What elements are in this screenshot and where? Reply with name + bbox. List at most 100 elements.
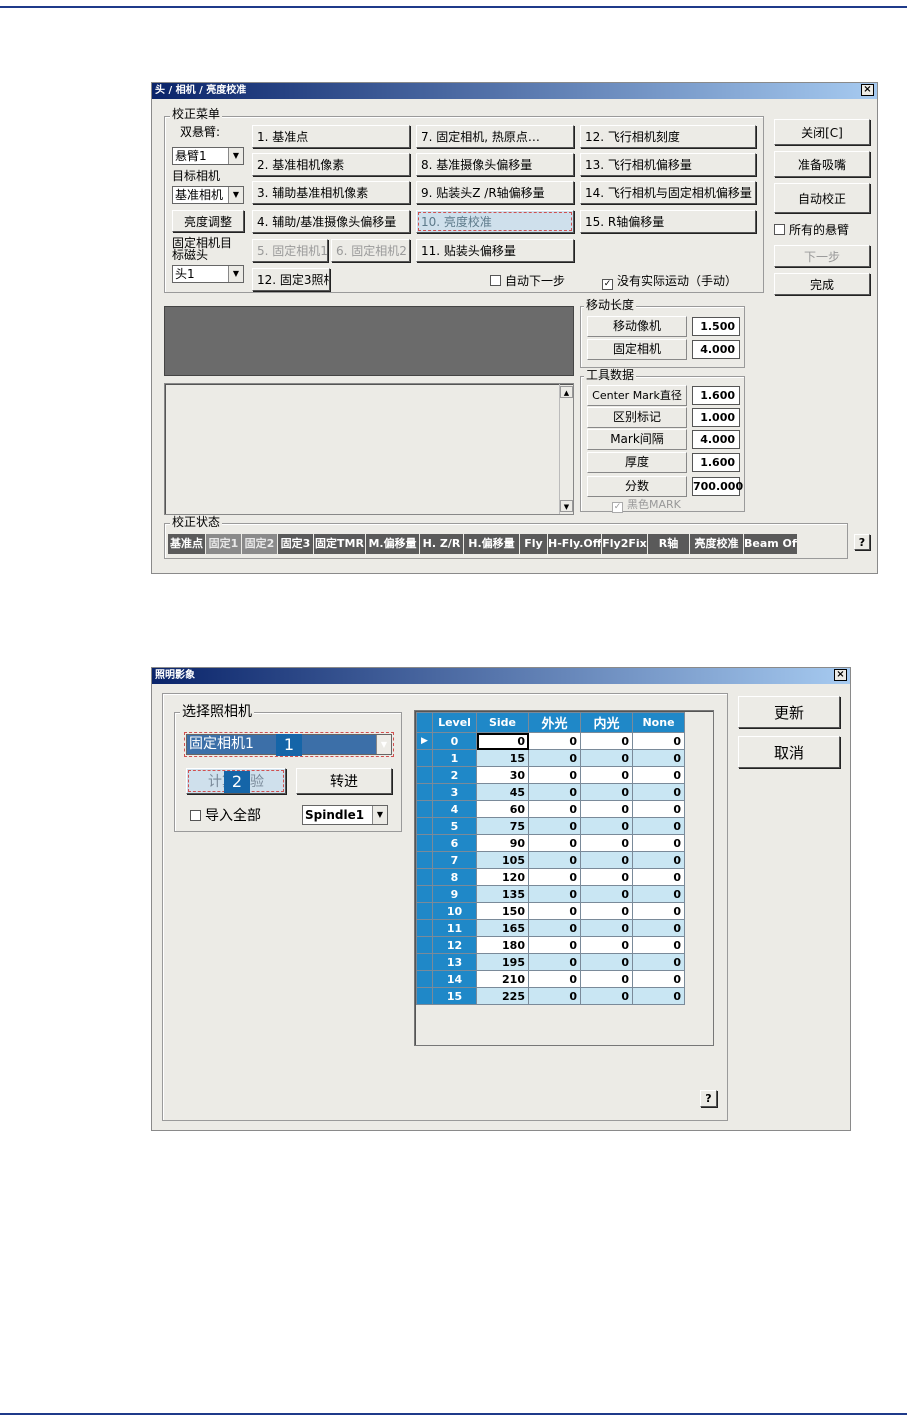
value-cell[interactable]: 0 (528, 851, 581, 869)
step-14-button[interactable]: 14. 飞行相机与固定相机偏移量 (580, 181, 756, 204)
value-cell[interactable]: 0 (580, 732, 633, 750)
table-row[interactable]: 3 45 0 0 0 (416, 783, 685, 801)
value-cell[interactable]: 0 (632, 987, 685, 1005)
value-cell[interactable]: 0 (632, 834, 685, 852)
table-row[interactable]: 8 120 0 0 0 (416, 868, 685, 886)
black-mark-checkbox[interactable]: ✓ 黑色MARK (612, 498, 681, 513)
log-textarea[interactable]: ▲ ▼ (164, 383, 574, 515)
table-row[interactable]: ▶ 0 0 0 0 0 (416, 732, 685, 750)
step-12-button[interactable]: 12. 飞行相机刻度 (580, 125, 756, 148)
value-cell[interactable]: 0 (632, 817, 685, 835)
value-cell[interactable]: 0 (632, 783, 685, 801)
table-row[interactable]: 10 150 0 0 0 (416, 902, 685, 920)
value-cell[interactable]: 120 (476, 868, 529, 886)
fixed-camera-input[interactable]: 4.000 (692, 340, 740, 359)
help-button[interactable]: ? (700, 1090, 717, 1107)
step-1-button[interactable]: 1. 基准点 (252, 125, 410, 148)
step-8-button[interactable]: 8. 基准摄像头偏移量 (416, 153, 574, 176)
value-cell[interactable]: 225 (476, 987, 529, 1005)
value-cell[interactable]: 0 (580, 851, 633, 869)
step-3-button[interactable]: 3. 辅助基准相机像素 (252, 181, 410, 204)
step-10-button[interactable]: 10. 亮度校准 (416, 210, 574, 233)
table-row[interactable]: 15 225 0 0 0 (416, 987, 685, 1005)
table-row[interactable]: 13 195 0 0 0 (416, 953, 685, 971)
value-cell[interactable]: 75 (476, 817, 529, 835)
score-input[interactable]: 700.000 (692, 477, 743, 496)
close-icon[interactable]: × (861, 84, 874, 96)
table-row[interactable]: 7 105 0 0 0 (416, 851, 685, 869)
close-icon[interactable]: × (834, 669, 847, 681)
value-cell[interactable]: 0 (528, 919, 581, 937)
step-2-button[interactable]: 2. 基准相机像素 (252, 153, 410, 176)
auto-next-checkbox[interactable]: 自动下一步 (490, 274, 565, 288)
table-row[interactable]: 12 180 0 0 0 (416, 936, 685, 954)
value-cell[interactable]: 0 (528, 885, 581, 903)
value-cell[interactable]: 150 (476, 902, 529, 920)
value-cell[interactable]: 60 (476, 800, 529, 818)
table-row[interactable]: 9 135 0 0 0 (416, 885, 685, 903)
value-cell[interactable]: 0 (632, 902, 685, 920)
value-cell[interactable]: 0 (528, 868, 581, 886)
value-cell[interactable]: 195 (476, 953, 529, 971)
step-5-button[interactable]: 5. 固定相机1 (252, 239, 328, 262)
mark-interval-input[interactable]: 4.000 (692, 430, 740, 449)
value-cell[interactable]: 90 (476, 834, 529, 852)
cancel-button[interactable]: 取消 (738, 736, 840, 768)
value-cell[interactable]: 0 (580, 868, 633, 886)
all-arms-checkbox[interactable]: 所有的悬臂 (774, 223, 849, 237)
value-cell[interactable]: 0 (528, 749, 581, 767)
value-cell[interactable]: 135 (476, 885, 529, 903)
update-button[interactable]: 更新 (738, 696, 840, 728)
finish-button[interactable]: 完成 (774, 273, 870, 295)
step-6-button[interactable]: 6. 固定相机2 (331, 239, 410, 262)
value-cell[interactable]: 0 (580, 766, 633, 784)
auto-calibrate-button[interactable]: 自动校正 (774, 183, 870, 213)
value-cell[interactable]: 0 (580, 987, 633, 1005)
value-cell[interactable]: 0 (632, 766, 685, 784)
value-cell[interactable]: 0 (580, 885, 633, 903)
value-cell[interactable]: 0 (580, 817, 633, 835)
step-9-button[interactable]: 9. 贴装头Z /R轴偏移量 (416, 181, 574, 204)
convert-button[interactable]: 转进 (296, 768, 392, 794)
table-row[interactable]: 14 210 0 0 0 (416, 970, 685, 988)
step-11-button[interactable]: 11. 贴装头偏移量 (416, 239, 574, 262)
step-15-button[interactable]: 15. R轴偏移量 (580, 210, 756, 233)
value-cell[interactable]: 0 (580, 834, 633, 852)
target-camera-select[interactable]: 基准相机 ▼ (172, 186, 244, 204)
value-cell[interactable]: 0 (632, 851, 685, 869)
move-camera-input[interactable]: 1.500 (692, 317, 740, 336)
help-button[interactable]: ? (854, 534, 870, 550)
value-cell[interactable]: 0 (580, 919, 633, 937)
value-cell[interactable]: 0 (528, 766, 581, 784)
value-cell[interactable]: 165 (476, 919, 529, 937)
value-cell[interactable]: 0 (528, 800, 581, 818)
step-13-button[interactable]: 13. 飞行相机偏移量 (580, 153, 756, 176)
value-cell[interactable]: 0 (632, 936, 685, 954)
value-cell[interactable]: 0 (528, 953, 581, 971)
value-cell[interactable]: 0 (580, 936, 633, 954)
value-cell[interactable]: 0 (580, 902, 633, 920)
value-cell[interactable]: 15 (476, 749, 529, 767)
brightness-adjust-button[interactable]: 亮度调整 (172, 210, 244, 232)
step-12-fixed-button[interactable]: 12. 固定3照相 (252, 268, 330, 291)
value-cell[interactable]: 105 (476, 851, 529, 869)
value-cell[interactable]: 0 (528, 902, 581, 920)
value-cell[interactable]: 0 (528, 936, 581, 954)
prepare-nozzle-button[interactable]: 准备吸嘴 (774, 151, 870, 177)
import-all-checkbox[interactable]: 导入全部 (190, 808, 261, 824)
step-7-button[interactable]: 7. 固定相机, 热原点… (416, 125, 574, 148)
value-cell[interactable]: 0 (580, 800, 633, 818)
value-cell[interactable]: 0 (528, 970, 581, 988)
value-cell[interactable]: 0 (632, 919, 685, 937)
arm-select[interactable]: 悬臂1 ▼ (172, 147, 244, 165)
value-cell[interactable]: 0 (632, 749, 685, 767)
head-select[interactable]: 头1 ▼ (172, 265, 244, 283)
value-cell[interactable]: 0 (580, 970, 633, 988)
table-row[interactable]: 4 60 0 0 0 (416, 800, 685, 818)
value-cell[interactable]: 180 (476, 936, 529, 954)
value-cell[interactable]: 0 (632, 800, 685, 818)
value-cell[interactable]: 0 (528, 783, 581, 801)
value-cell[interactable]: 0 (632, 970, 685, 988)
table-row[interactable]: 2 30 0 0 0 (416, 766, 685, 784)
value-cell[interactable]: 210 (476, 970, 529, 988)
